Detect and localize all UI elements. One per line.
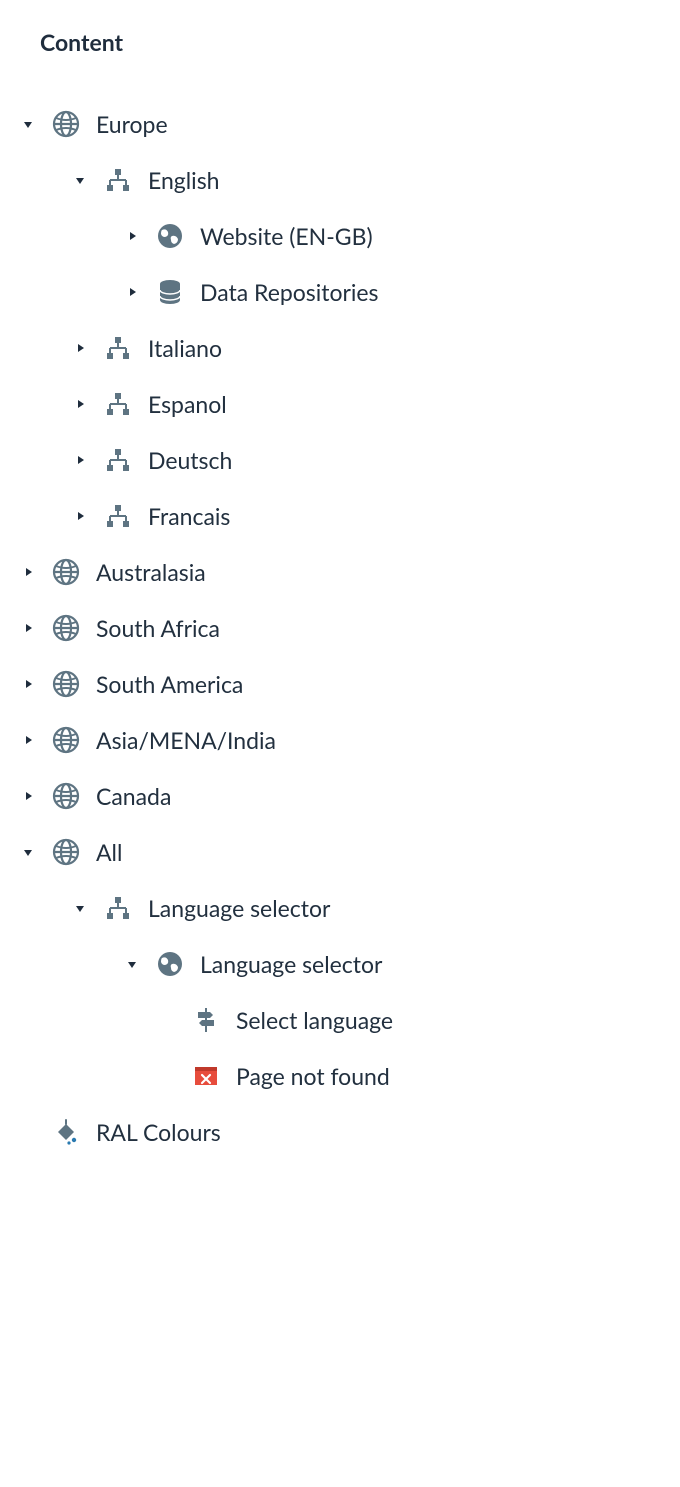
tree-node-south-america[interactable]: South America [20,656,660,712]
tree-node-europe[interactable]: Europe [20,96,660,152]
tree-node-language-selector-root[interactable]: Language selector [20,880,660,936]
tree-node-australasia[interactable]: Australasia [20,544,660,600]
database-icon [156,278,184,306]
tree-node-label: Asia/MENA/India [96,726,276,754]
caret-right-icon[interactable] [20,676,36,692]
tree-node-label: Data Repositories [200,278,378,306]
caret-right-icon[interactable] [124,284,140,300]
tree-node-label: All [96,838,122,866]
caret-right-icon[interactable] [72,396,88,412]
sitemap-icon [104,446,132,474]
tree-node-espanol[interactable]: Espanol [20,376,660,432]
tree-node-page-not-found[interactable]: Page not found [20,1048,660,1104]
tree-node-label: Italiano [148,334,222,362]
tree-node-canada[interactable]: Canada [20,768,660,824]
caret-right-icon[interactable] [72,452,88,468]
tree-node-label: Australasia [96,558,206,586]
tree-node-label: English [148,166,220,194]
tree-node-english[interactable]: English [20,152,660,208]
sitemap-icon [104,390,132,418]
world-icon [156,222,184,250]
tree-node-deutsch[interactable]: Deutsch [20,432,660,488]
tree-node-label: RAL Colours [96,1118,221,1146]
caret-down-icon[interactable] [72,900,88,916]
world-icon [156,950,184,978]
caret-down-icon[interactable] [20,844,36,860]
globe-icon [52,614,80,642]
tree-node-label: Select language [236,1006,393,1034]
tree-node-label: Website (EN-GB) [200,222,373,250]
caret-down-icon[interactable] [124,956,140,972]
caret-placeholder [160,1012,176,1028]
caret-right-icon[interactable] [72,340,88,356]
tree-node-label: Deutsch [148,446,232,474]
tree-node-label: Francais [148,502,230,530]
tree-node-label: Language selector [200,950,382,978]
caret-right-icon[interactable] [20,788,36,804]
caret-down-icon[interactable] [20,116,36,132]
tree-node-label: Canada [96,782,171,810]
paint-bucket-icon [52,1118,80,1146]
globe-icon [52,726,80,754]
caret-placeholder [160,1068,176,1084]
tree-node-data-repositories[interactable]: Data Repositories [20,264,660,320]
tree-node-italiano[interactable]: Italiano [20,320,660,376]
tree-node-label: Europe [96,110,168,138]
tree-node-language-selector-site[interactable]: Language selector [20,936,660,992]
caret-right-icon[interactable] [20,732,36,748]
caret-down-icon[interactable] [72,172,88,188]
tree-node-label: Espanol [148,390,227,418]
tree-node-all[interactable]: All [20,824,660,880]
globe-icon [52,838,80,866]
tree-node-south-africa[interactable]: South Africa [20,600,660,656]
tree-node-website-engb[interactable]: Website (EN-GB) [20,208,660,264]
caret-right-icon[interactable] [20,564,36,580]
sitemap-icon [104,502,132,530]
tree-node-label: Language selector [148,894,330,922]
sitemap-icon [104,894,132,922]
globe-icon [52,558,80,586]
tree-node-label: Page not found [236,1062,390,1090]
content-tree: Europe English Website (EN-GB) [20,96,660,1160]
tree-node-label: South Africa [96,614,220,642]
tree-node-asia-mena-india[interactable]: Asia/MENA/India [20,712,660,768]
sitemap-icon [104,334,132,362]
error-page-icon [192,1062,220,1090]
globe-icon [52,110,80,138]
globe-icon [52,670,80,698]
tree-node-select-language[interactable]: Select language [20,992,660,1048]
tree-node-francais[interactable]: Francais [20,488,660,544]
caret-right-icon[interactable] [72,508,88,524]
sitemap-icon [104,166,132,194]
section-header: Content [40,28,660,56]
signpost-icon [192,1006,220,1034]
globe-icon [52,782,80,810]
tree-node-label: South America [96,670,243,698]
tree-node-ral-colours[interactable]: RAL Colours [20,1104,660,1160]
caret-right-icon[interactable] [124,228,140,244]
caret-right-icon[interactable] [20,620,36,636]
